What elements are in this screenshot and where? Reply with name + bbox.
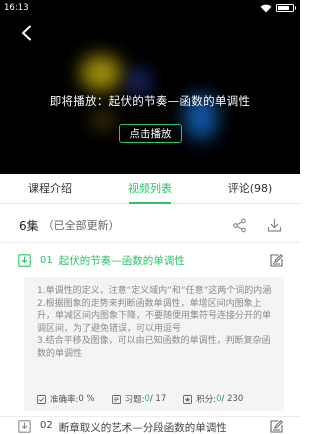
lesson-title: 起伏的节奏—函数的单调性 [58,254,185,267]
exercise-total: / 17 [149,394,167,404]
tab-comments[interactable]: 评论(98) [200,174,300,203]
exercise-icon [111,394,121,404]
lesson-point: 3.结合平移及图像，可以由已知函数的单调性，判断复杂函数的单调性 [37,336,271,359]
edit-note-icon[interactable] [270,420,283,433]
divider [0,242,300,243]
lesson-title: 断章取义的艺术—分段函数的单调性 [58,422,227,434]
lesson-point: 2.根据图象的走势来判断函数单调性，单增区间内图象上升，单减区间内图象下降，不要… [37,298,272,334]
edit-note-icon[interactable] [270,253,283,267]
points-icon [183,394,193,404]
exercise-stat: 习题: 0 / 17 [111,393,167,405]
download-lesson-icon[interactable] [18,420,31,433]
points-total: / 230 [221,394,244,404]
video-frame-light [92,112,114,128]
lesson-point: 1.单调性的定义，注意“定义域内”和“任意”这两个词的内涵 [37,286,272,296]
download-lesson-icon[interactable] [18,253,31,267]
accuracy-value: 0 % [78,394,95,404]
lesson-stats: 准确率: 0 % 习题: 0 / 17 积分: 0 / 230 [37,393,260,405]
accuracy-icon [37,394,46,404]
exercise-label: 习题: [124,395,145,405]
episode-count: 6集 [19,218,39,233]
play-button[interactable]: 点击播放 [119,124,182,143]
points-label: 积分: [196,395,217,405]
accuracy-stat: 准确率: 0 % [37,393,95,405]
tab-course-intro[interactable]: 课程介绍 [0,174,100,203]
lesson-number: 01 [40,254,53,266]
upcoming-video-text: 即将播放：起伏的节奏—函数的单调性 [49,94,251,108]
lesson-item-01[interactable]: 01 起伏的节奏—函数的单调性 [0,246,300,274]
lesson-number: 02 [40,420,53,431]
video-frame-light [128,68,150,96]
wifi-icon [260,4,271,12]
share-icon[interactable] [232,218,247,233]
lesson-item-02[interactable]: 02 断章取义的艺术—分段函数的单调性 [0,420,300,434]
accuracy-label: 准确率: [50,395,79,405]
back-arrow-icon[interactable] [19,25,35,41]
lesson-detail-panel: 1.单调性的定义，注意“定义域内”和“任意”这两个词的内涵 2.根据图象的走势来… [24,277,284,411]
episode-count-row: 6集 （已全部更新） [0,208,300,242]
divider [0,416,300,417]
update-status: （已全部更新） [42,219,120,232]
points-stat: 积分: 0 / 230 [183,393,243,405]
tab-video-list[interactable]: 视频列表 [100,174,200,204]
status-time: 16:13 [4,3,29,13]
video-frame-light [80,55,122,91]
status-icons [260,4,296,13]
battery-icon [275,4,296,12]
download-icon[interactable] [267,218,282,233]
tab-bar: 课程介绍 视频列表 评论(98) [0,174,300,204]
status-bar: 16:13 [0,0,300,16]
video-player[interactable]: 16:13 即将播放：起伏的节奏—函数的单调性 点击播放 [0,0,300,174]
